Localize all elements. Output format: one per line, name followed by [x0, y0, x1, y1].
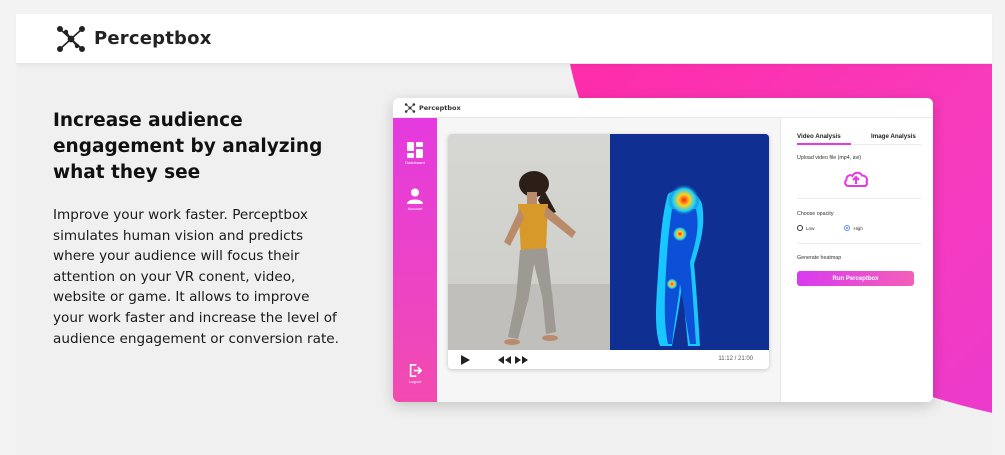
video-frame-heatmap: [610, 134, 769, 350]
hero-section: Increase audience engagement by analyzin…: [16, 64, 992, 455]
app-mockup: Perceptbox Dashboard Account Logout 11:1…: [393, 98, 933, 402]
rewind-icon: [498, 355, 511, 364]
video-time: 11:12 / 21:00: [718, 356, 753, 362]
app-sidebar: Dashboard Account Logout: [393, 118, 437, 402]
analysis-tabs: Video Analysis Image Analysis: [797, 133, 921, 147]
play-icon: [461, 354, 470, 365]
opacity-options: Low High: [797, 225, 863, 231]
dancer-figure-icon: [448, 171, 610, 350]
cloud-upload-icon: [844, 171, 869, 187]
opacity-radio-low[interactable]: [797, 225, 803, 231]
top-band: [0, 0, 1005, 14]
hero-description: Improve your work faster. Perceptbox sim…: [53, 207, 339, 347]
player-controls: 11:12 / 21:00: [448, 350, 769, 369]
navbar: Perceptbox: [16, 14, 992, 64]
fast-forward-icon: [515, 355, 528, 364]
panel-divider: [797, 243, 921, 244]
opacity-radio-high[interactable]: [844, 225, 851, 231]
active-tab-indicator: [797, 143, 851, 145]
sidebar-label-dashboard: Dashboard: [405, 160, 425, 165]
sidebar-label-account: Account: [407, 206, 423, 211]
app-logo-icon: [404, 102, 416, 113]
dashboard-icon: [407, 142, 423, 158]
app-brand-name: Perceptbox: [419, 103, 461, 112]
tab-video-analysis[interactable]: Video Analysis: [797, 133, 841, 140]
perceptbox-logo-icon: [56, 25, 85, 52]
opacity-option-high: High: [853, 225, 863, 231]
video-frame-original: [448, 134, 610, 350]
tab-image-analysis[interactable]: Image Analysis: [871, 133, 916, 140]
video-player[interactable]: 11:12 / 21:00: [448, 134, 769, 369]
sidebar-item-logout[interactable]: Logout: [393, 364, 437, 384]
heatmap-label: Generate heatmap: [797, 255, 842, 261]
brand-link[interactable]: Perceptbox: [54, 25, 212, 53]
logout-icon: [409, 364, 422, 377]
play-button[interactable]: [461, 354, 470, 365]
opacity-option-low: Low: [806, 225, 815, 231]
sidebar-label-logout: Logout: [408, 379, 422, 384]
heatmap-overlay-icon: [610, 134, 769, 350]
fast-forward-button[interactable]: [515, 355, 528, 364]
hero-title: Increase audience engagement by analyzin…: [53, 110, 323, 183]
app-main-area: 11:12 / 21:00: [437, 118, 780, 402]
account-icon: [407, 188, 423, 204]
upload-button[interactable]: [843, 170, 869, 193]
brand-name: Perceptbox: [94, 28, 212, 49]
analysis-panel: Video Analysis Image Analysis Upload vid…: [780, 118, 933, 402]
upload-label: Upload video file (mp4, avi): [797, 155, 862, 161]
panel-divider: [797, 198, 921, 199]
rewind-button[interactable]: [498, 355, 511, 364]
sidebar-item-dashboard[interactable]: Dashboard: [393, 142, 437, 165]
run-perceptbox-button[interactable]: Run Perceptbox: [797, 271, 914, 286]
sidebar-item-account[interactable]: Account: [393, 188, 437, 211]
opacity-label: Choose opacity: [797, 211, 834, 217]
page: Perceptbox Increase audience engagement …: [0, 0, 1005, 455]
app-header: Perceptbox: [393, 98, 933, 118]
